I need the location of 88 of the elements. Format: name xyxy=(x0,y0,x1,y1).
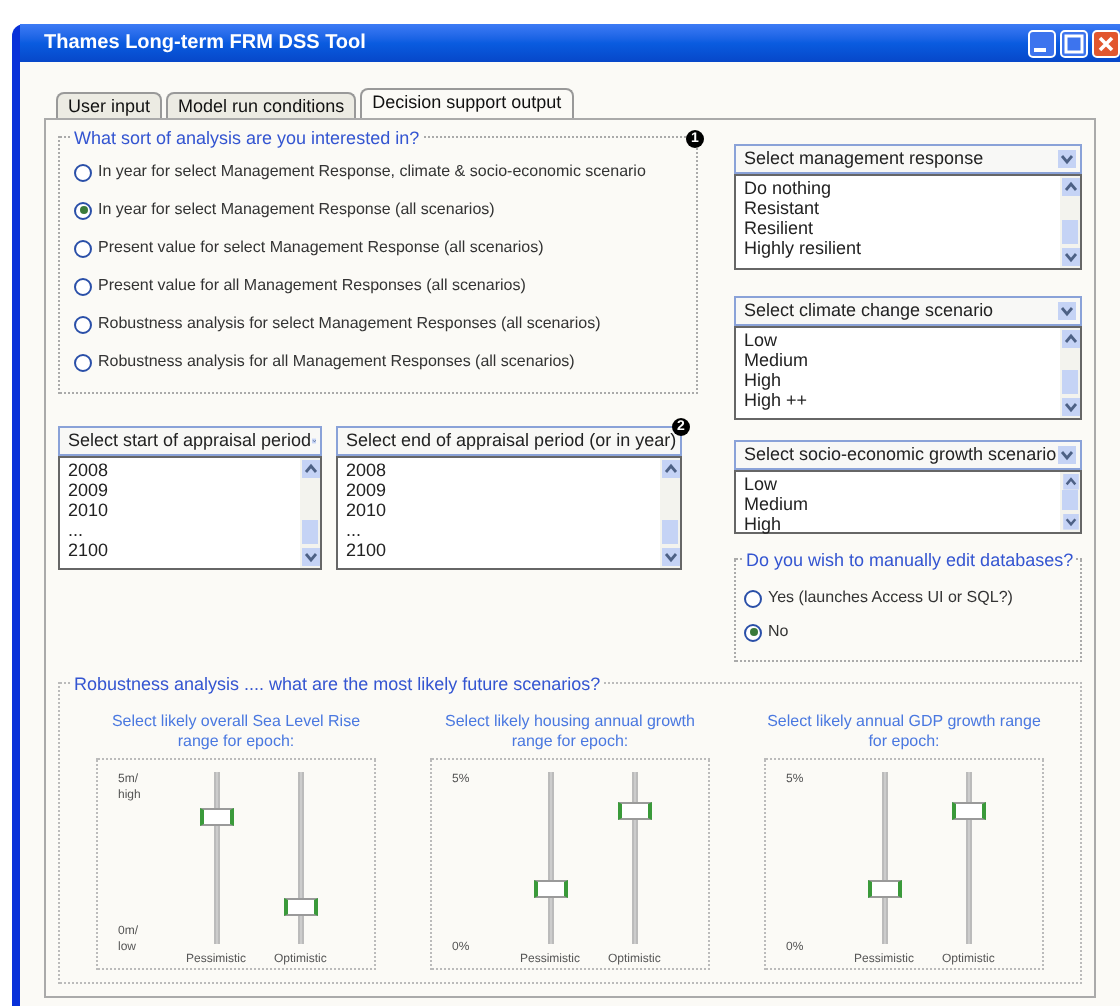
panel-title: Select likely housing annual growth range for epoch: xyxy=(443,712,697,752)
list-item[interactable]: 2008 xyxy=(68,460,300,480)
chevron-down-icon[interactable] xyxy=(301,548,319,566)
slider-thumb[interactable] xyxy=(951,801,986,820)
radio-button[interactable] xyxy=(74,201,92,219)
slider-thumb[interactable] xyxy=(867,880,901,899)
group-title: Robustness analysis .... what are the most likely future scenarios? xyxy=(72,672,603,699)
list-item[interactable]: High xyxy=(744,370,1060,390)
list-item[interactable]: High xyxy=(744,514,1060,534)
scrollbar[interactable] xyxy=(660,458,680,568)
slider-thumb[interactable] xyxy=(283,898,318,917)
chevron-down-icon[interactable] xyxy=(661,548,679,566)
scroll-thumb[interactable] xyxy=(1062,220,1078,244)
chevron-down-icon[interactable] xyxy=(1061,514,1079,530)
group-title: What sort of analysis are you interested in? xyxy=(72,126,422,153)
chevron-down-icon[interactable] xyxy=(1061,248,1079,266)
list-item[interactable]: Medium xyxy=(744,494,1060,514)
list-box[interactable]: Low Medium High xyxy=(734,470,1082,534)
list-item[interactable]: 2100 xyxy=(346,540,660,560)
panel-title: Select likely annual GDP growth range for epoch: xyxy=(765,712,1043,752)
list-item[interactable]: 2010 xyxy=(346,500,660,520)
list-item[interactable]: Medium xyxy=(744,350,1060,370)
dropdown[interactable]: Select climate change scenario xyxy=(734,296,1082,326)
slider-thumb[interactable] xyxy=(617,801,652,820)
slider-thumb[interactable] xyxy=(199,808,233,827)
group-title: Do you wish to manually edit databases? xyxy=(744,548,1076,575)
list-item[interactable]: Resilient xyxy=(744,218,1060,238)
scroll-up-icon[interactable] xyxy=(301,460,319,478)
slider-thumb[interactable] xyxy=(533,880,567,899)
dropdown[interactable]: Select socio-economic growth scenario xyxy=(734,440,1082,470)
radio-button[interactable] xyxy=(74,315,92,333)
scroll-thumb[interactable] xyxy=(1062,489,1078,511)
list-box[interactable]: Do nothing Resistant Resilient Highly resilient xyxy=(734,174,1082,270)
scrollbar[interactable] xyxy=(1060,472,1080,532)
scroll-up-icon[interactable] xyxy=(1061,474,1079,490)
list-item[interactable]: High ++ xyxy=(744,390,1060,410)
list-item[interactable]: ... xyxy=(68,520,300,540)
radio-label: In year for select Management Response, climate & socio-economic scenario xyxy=(98,162,646,182)
radio-label: No xyxy=(768,622,789,642)
list-item[interactable]: Resistant xyxy=(744,198,1060,218)
list-item[interactable]: 2010 xyxy=(68,500,300,520)
dropdown[interactable]: Select management response xyxy=(734,144,1082,174)
window-title: Thames Long-term FRM DSS Tool xyxy=(44,30,366,58)
scroll-up-icon[interactable] xyxy=(1061,330,1079,348)
tab[interactable]: User input xyxy=(56,92,163,118)
radio-label: Yes (launches Access UI or SQL?) xyxy=(768,588,1013,608)
list-box[interactable]: Low Medium High High ++ xyxy=(734,326,1082,420)
radio-label: Robustness analysis for select Management Responses (all scenarios) xyxy=(98,314,601,334)
chevron-down-icon[interactable] xyxy=(1061,398,1079,416)
chevron-down-icon[interactable] xyxy=(1058,150,1076,168)
close-icon[interactable] xyxy=(1092,29,1120,57)
minimize-icon[interactable] xyxy=(1028,29,1056,57)
tab[interactable]: Decision support output xyxy=(360,88,574,118)
list-item[interactable]: Highly resilient xyxy=(744,238,1060,258)
list-item[interactable]: 2009 xyxy=(68,480,300,500)
tab[interactable]: Model run conditions xyxy=(166,92,357,118)
scroll-thumb[interactable] xyxy=(1062,370,1078,394)
radio-label: Present value for select Management Response (all scenarios) xyxy=(98,238,544,258)
scroll-up-icon[interactable] xyxy=(1061,178,1079,196)
chevron-down-icon[interactable] xyxy=(1058,302,1076,320)
chevron-down-icon[interactable] xyxy=(1058,446,1076,464)
radio-button[interactable] xyxy=(74,277,92,295)
list-item[interactable]: 2100 xyxy=(68,540,300,560)
list-item[interactable]: 2008 xyxy=(346,460,660,480)
scroll-thumb[interactable] xyxy=(302,520,318,544)
list-item[interactable]: ... xyxy=(346,520,660,540)
scrollbar[interactable] xyxy=(1060,328,1080,418)
radio-button[interactable] xyxy=(744,589,762,607)
scroll-thumb[interactable] xyxy=(662,520,678,544)
scrollbar[interactable] xyxy=(1060,176,1080,268)
radio-label: Robustness analysis for all Management Responses (all scenarios) xyxy=(98,352,575,372)
scroll-up-icon[interactable] xyxy=(661,460,679,478)
list-item[interactable]: Do nothing xyxy=(744,178,1060,198)
radio-button[interactable] xyxy=(74,239,92,257)
list-item[interactable]: Low xyxy=(744,330,1060,350)
radio-label: Present value for all Management Responses (all scenarios) xyxy=(98,276,526,296)
radio-button[interactable] xyxy=(74,353,92,371)
list-box[interactable]: 2008 2009 2010 ... 2100 xyxy=(336,456,682,570)
scrollbar[interactable] xyxy=(300,458,320,568)
maximize-icon[interactable] xyxy=(1060,29,1088,57)
panel-title: Select likely overall Sea Level Rise range for epoch: xyxy=(109,712,363,752)
list-box[interactable]: 2008 2009 2010 ... 2100 xyxy=(58,456,322,570)
dropdown[interactable]: Select start of appraisal period xyxy=(58,426,322,456)
list-item[interactable]: Low xyxy=(744,474,1060,494)
radio-label: In year for select Management Response (all scenarios) xyxy=(98,200,495,220)
radio-button[interactable] xyxy=(744,623,762,641)
radio-button[interactable] xyxy=(74,163,92,181)
list-item[interactable]: 2009 xyxy=(346,480,660,500)
